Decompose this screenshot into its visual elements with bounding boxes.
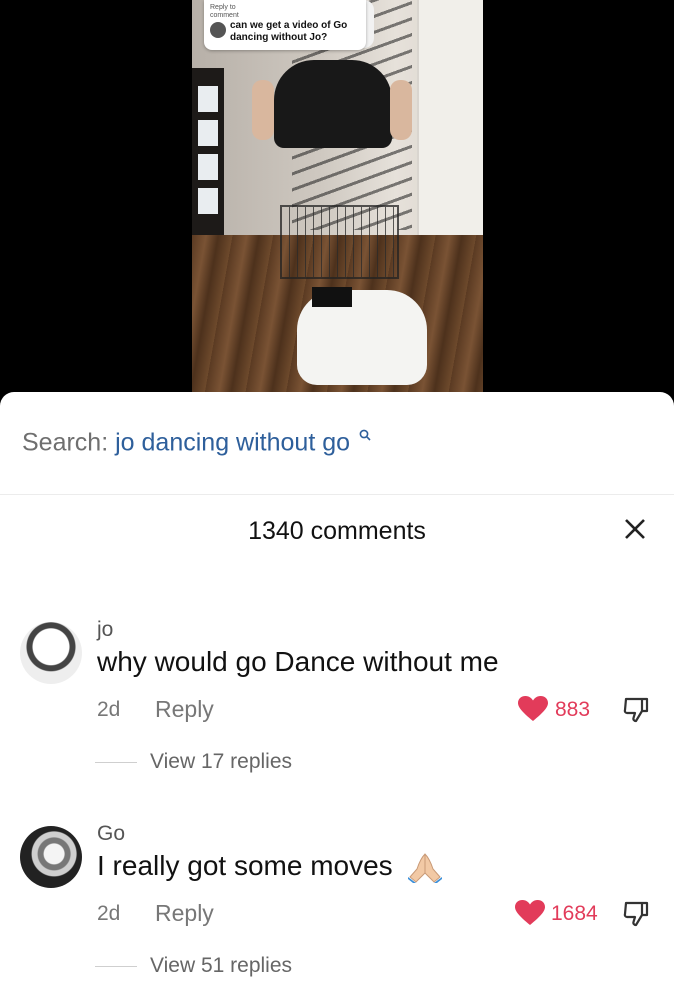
reply-caption-card: Reply to comment can we get a video of G… <box>204 0 366 50</box>
header-divider <box>0 494 674 495</box>
video-door <box>192 68 224 240</box>
comments-count: 1340 comments <box>248 517 426 545</box>
search-term[interactable]: jo dancing without go <box>115 428 350 456</box>
comment-time: 2d <box>97 902 121 925</box>
door-pane <box>198 154 218 180</box>
video-person-belt <box>312 287 352 307</box>
door-pane <box>198 86 218 112</box>
comment-item: Go I really got some moves 2d Reply 1684… <box>0 818 674 998</box>
comment-text: I really got some moves <box>97 850 443 883</box>
view-replies-button[interactable]: View 51 replies <box>150 954 292 978</box>
video-person-arm <box>390 80 412 140</box>
like-count: 883 <box>555 698 591 721</box>
caption-reply-to: Reply to <box>210 4 236 11</box>
caption-avatar <box>210 22 226 38</box>
reply-button[interactable]: Reply <box>155 696 214 723</box>
heart-icon[interactable] <box>518 696 548 722</box>
replies-divider <box>95 762 137 763</box>
avatar[interactable] <box>20 622 82 684</box>
avatar[interactable] <box>20 826 82 888</box>
close-icon[interactable] <box>620 514 650 544</box>
dislike-icon[interactable] <box>622 900 650 928</box>
comment-username[interactable]: jo <box>97 618 113 642</box>
heart-icon[interactable] <box>515 900 545 926</box>
video-player[interactable]: Reply to comment can we get a video of G… <box>192 0 483 392</box>
door-pane <box>198 188 218 214</box>
folded-hands-icon <box>408 852 443 883</box>
like-count: 1684 <box>551 902 598 925</box>
video-person-arm <box>252 80 274 140</box>
comment-text: why would go Dance without me <box>97 646 499 677</box>
search-icon[interactable] <box>359 428 371 444</box>
door-pane <box>198 120 218 146</box>
search-prefix: Search: <box>22 428 109 457</box>
replies-divider <box>95 966 137 967</box>
view-replies-button[interactable]: View 17 replies <box>150 750 292 774</box>
reply-button[interactable]: Reply <box>155 900 214 927</box>
dislike-icon[interactable] <box>622 696 650 724</box>
comment-time: 2d <box>97 698 121 721</box>
caption-label: comment <box>210 12 239 19</box>
search-suggestion[interactable]: Search: jo dancing without go <box>22 428 371 457</box>
comment-item: jo why would go Dance without me 2d Repl… <box>0 614 674 794</box>
comment-username[interactable]: Go <box>97 822 125 846</box>
video-pet-pen <box>280 205 399 279</box>
video-person-shirt <box>274 60 392 148</box>
comments-sheet: Search: jo dancing without go 1340 comme… <box>0 392 674 1000</box>
caption-question: can we get a video of Go dancing without… <box>230 20 348 43</box>
comment-text-body: I really got some moves <box>97 850 393 881</box>
